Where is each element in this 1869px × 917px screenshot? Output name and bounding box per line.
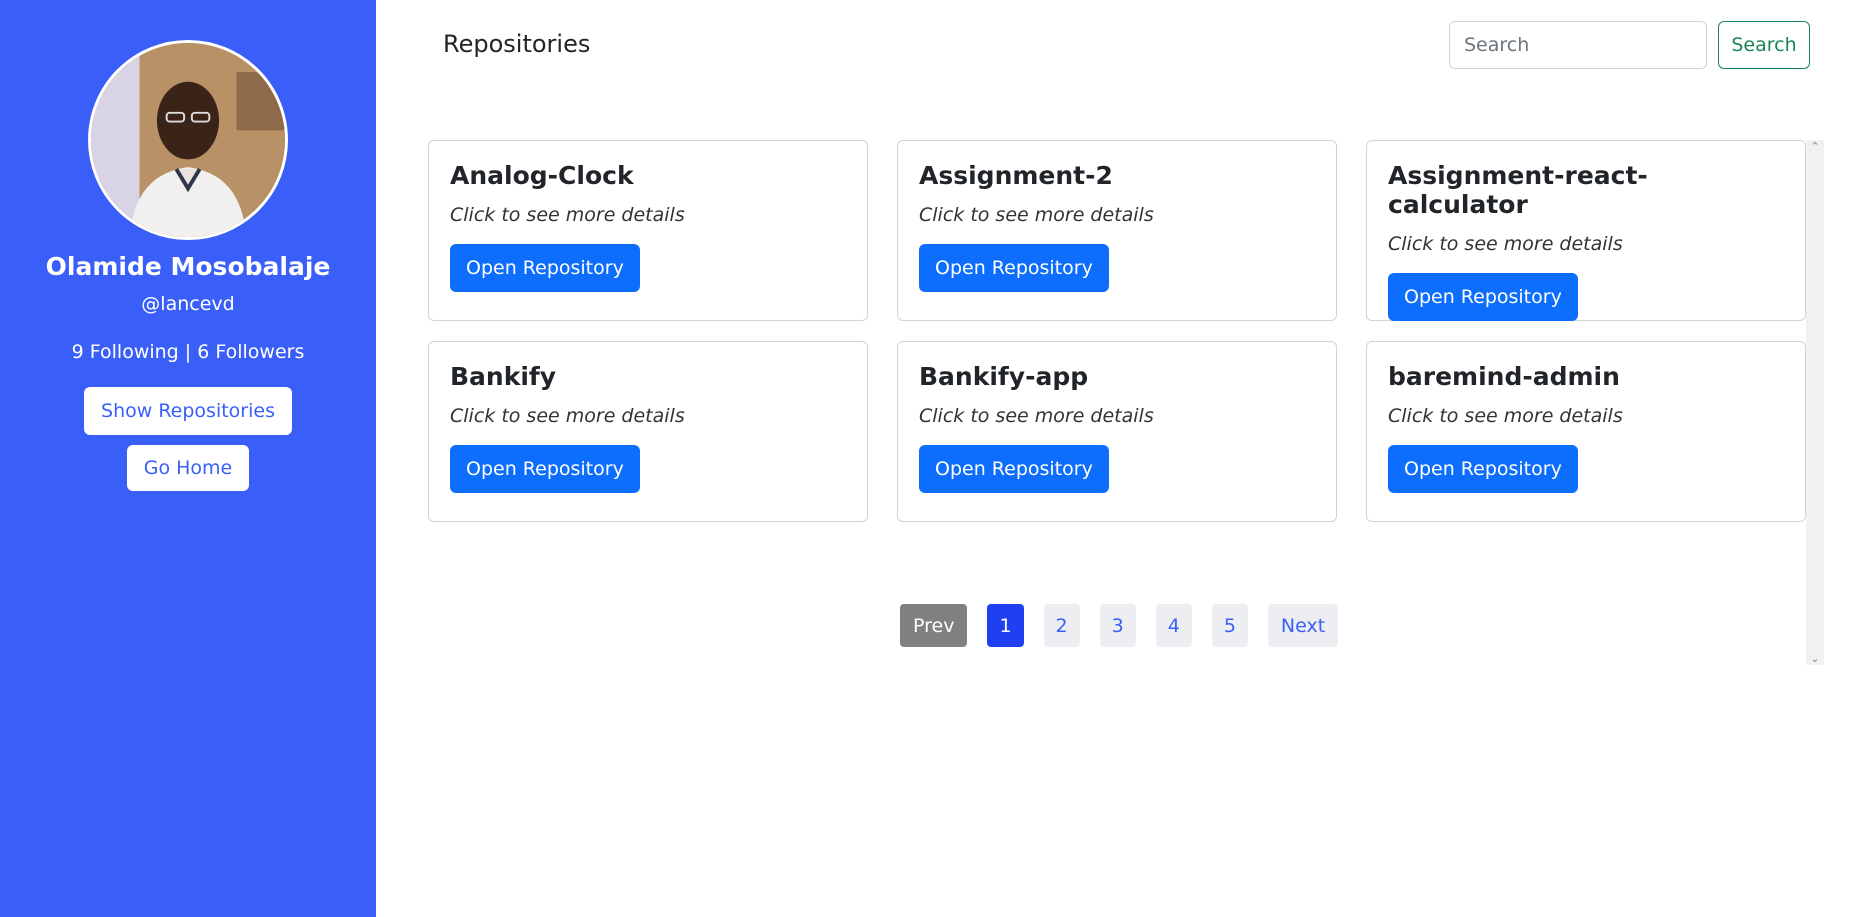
open-repository-button[interactable]: Open Repository (919, 244, 1109, 292)
profile-name: Olamide Mosobalaje (45, 252, 331, 281)
repo-card: Assignment-2 Click to see more details O… (897, 140, 1337, 321)
repo-name: Bankify-app (919, 362, 1089, 391)
open-repository-button[interactable]: Open Repository (1388, 445, 1578, 493)
avatar (88, 40, 288, 240)
scroll-down-arrow-icon[interactable]: ⌄ (1806, 652, 1824, 665)
repo-subtitle: Click to see more details (1388, 405, 1623, 427)
search-button[interactable]: Search (1718, 21, 1810, 69)
follow-stats: 9 Following | 6 Followers (71, 341, 305, 363)
repo-name: baremind-admin (1388, 362, 1620, 391)
repo-card: baremind-admin Click to see more details… (1366, 341, 1806, 522)
open-repository-button[interactable]: Open Repository (450, 244, 640, 292)
repo-subtitle: Click to see more details (919, 405, 1154, 427)
prev-page-button[interactable]: Prev (900, 604, 968, 647)
page-title: Repositories (443, 30, 591, 58)
show-repositories-button[interactable]: Show Repositories (84, 387, 292, 435)
open-repository-button[interactable]: Open Repository (919, 445, 1109, 493)
scroll-up-arrow-icon[interactable]: ⌃ (1806, 140, 1824, 153)
profile-handle: @lancevd (141, 293, 235, 315)
page-button-4[interactable]: 4 (1155, 604, 1192, 647)
next-page-button[interactable]: Next (1267, 604, 1339, 647)
page-button-1[interactable]: 1 (987, 604, 1024, 647)
avatar-photo (91, 43, 285, 237)
repo-subtitle: Click to see more details (919, 204, 1154, 226)
repo-card: Bankify Click to see more details Open R… (428, 341, 868, 522)
repository-list: Analog-Clock Click to see more details O… (428, 140, 1826, 665)
go-home-button[interactable]: Go Home (126, 445, 250, 491)
repository-grid: Analog-Clock Click to see more details O… (428, 140, 1806, 522)
repo-subtitle: Click to see more details (450, 204, 685, 226)
profile-sidebar: Olamide Mosobalaje @lancevd 9 Following … (0, 0, 376, 917)
page-button-2[interactable]: 2 (1043, 604, 1080, 647)
pagination: Prev 1 2 3 4 5 Next (900, 604, 1339, 647)
main-content: Repositories Search Analog-Clock Click t… (376, 0, 1869, 917)
repo-name: Analog-Clock (450, 161, 634, 190)
repo-card: Analog-Clock Click to see more details O… (428, 140, 868, 321)
open-repository-button[interactable]: Open Repository (1388, 273, 1578, 321)
page-button-5[interactable]: 5 (1211, 604, 1248, 647)
page-button-3[interactable]: 3 (1099, 604, 1136, 647)
repo-subtitle: Click to see more details (450, 405, 685, 427)
repo-name: Bankify (450, 362, 557, 391)
repo-card: Bankify-app Click to see more details Op… (897, 341, 1337, 522)
repo-name: Assignment-react-calculator (1388, 161, 1648, 219)
repo-subtitle: Click to see more details (1388, 233, 1623, 255)
repo-name: Assignment-2 (919, 161, 1113, 190)
search-input[interactable] (1449, 21, 1707, 69)
repo-card: Assignment-react-calculator Click to see… (1366, 140, 1806, 321)
open-repository-button[interactable]: Open Repository (450, 445, 640, 493)
vertical-scrollbar[interactable]: ⌃ ⌄ (1806, 140, 1824, 665)
